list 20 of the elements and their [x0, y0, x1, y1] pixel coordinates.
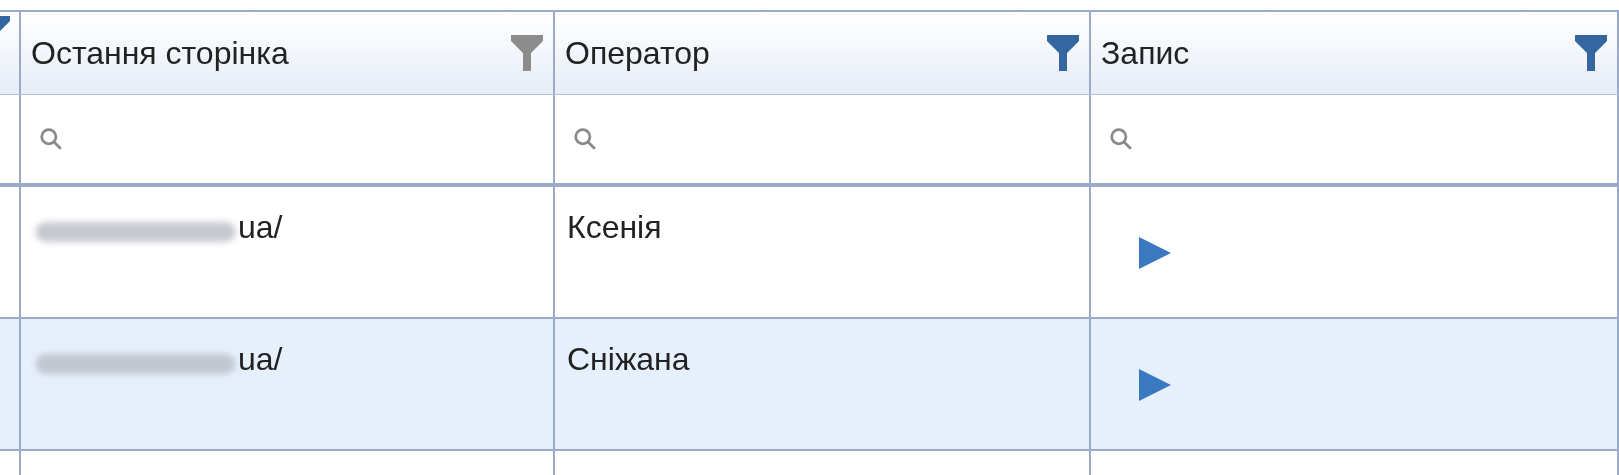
column-header[interactable]: Запис — [1091, 12, 1619, 94]
play-icon[interactable] — [1139, 237, 1171, 269]
table-cell: ua/ — [238, 209, 283, 246]
search-icon — [39, 127, 63, 151]
search-icon — [573, 127, 597, 151]
search-icon — [1109, 127, 1133, 151]
table-cell: Сніжана — [567, 341, 690, 378]
filter-icon[interactable] — [1047, 34, 1079, 72]
table-cell: Ксенія — [567, 209, 662, 246]
table-cell: ua/ — [238, 341, 283, 378]
filter-icon[interactable] — [1575, 34, 1607, 72]
column-header[interactable]: Оператор — [555, 12, 1091, 94]
column-header[interactable]: Остання сторінка — [21, 12, 555, 94]
filter-icon[interactable] — [511, 34, 543, 72]
column-title: Оператор — [565, 34, 710, 72]
table-row[interactable]: ua/ Сніжана — [0, 319, 1619, 451]
column-header[interactable] — [0, 12, 21, 94]
column-title: Остання сторінка — [31, 34, 289, 72]
play-icon[interactable] — [1139, 369, 1171, 401]
column-title: Запис — [1101, 34, 1190, 72]
